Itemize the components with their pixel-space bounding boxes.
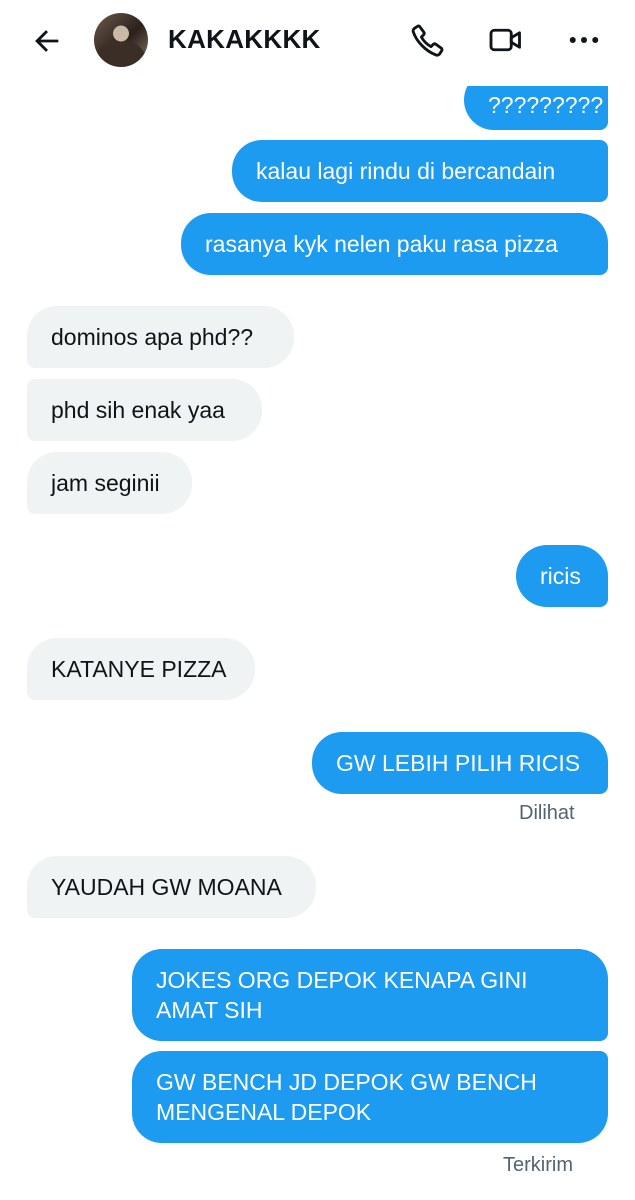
message-bubble-incoming[interactable]: dominos apa phd?? (27, 306, 294, 368)
message-bubble-outgoing[interactable]: rasanya kyk nelen paku rasa pizza (181, 213, 608, 275)
seen-status: Dilihat (519, 802, 575, 824)
message-bubble-outgoing[interactable]: GW BENCH JD DEPOK GW BENCH MENGENAL DEPO… (132, 1051, 608, 1143)
more-icon[interactable] (566, 22, 602, 58)
video-call-icon[interactable] (488, 22, 524, 58)
message-bubble-incoming[interactable]: YAUDAH GW MOANA (27, 856, 316, 918)
message-bubble-incoming[interactable]: jam seginii (27, 452, 192, 514)
message-bubble-outgoing[interactable]: GW LEBIH PILIH RICIS (312, 732, 608, 794)
sent-status: Terkirim (503, 1154, 573, 1176)
contact-avatar[interactable] (94, 13, 148, 67)
back-arrow-icon[interactable] (30, 24, 64, 58)
contact-name[interactable]: KAKAKKKK (168, 24, 321, 55)
message-bubble-outgoing[interactable]: ricis (516, 545, 608, 607)
phone-icon[interactable] (410, 22, 446, 58)
message-bubble-incoming[interactable]: KATANYE PIZZA (27, 638, 255, 700)
message-bubble-outgoing[interactable]: JOKES ORG DEPOK KENAPA GINI AMAT SIH (132, 949, 608, 1041)
message-bubble-outgoing[interactable]: kalau lagi rindu di bercandain (232, 140, 608, 202)
chat-header: KAKAKKKK (0, 0, 635, 86)
message-bubble-incoming[interactable]: phd sih enak yaa (27, 379, 262, 441)
